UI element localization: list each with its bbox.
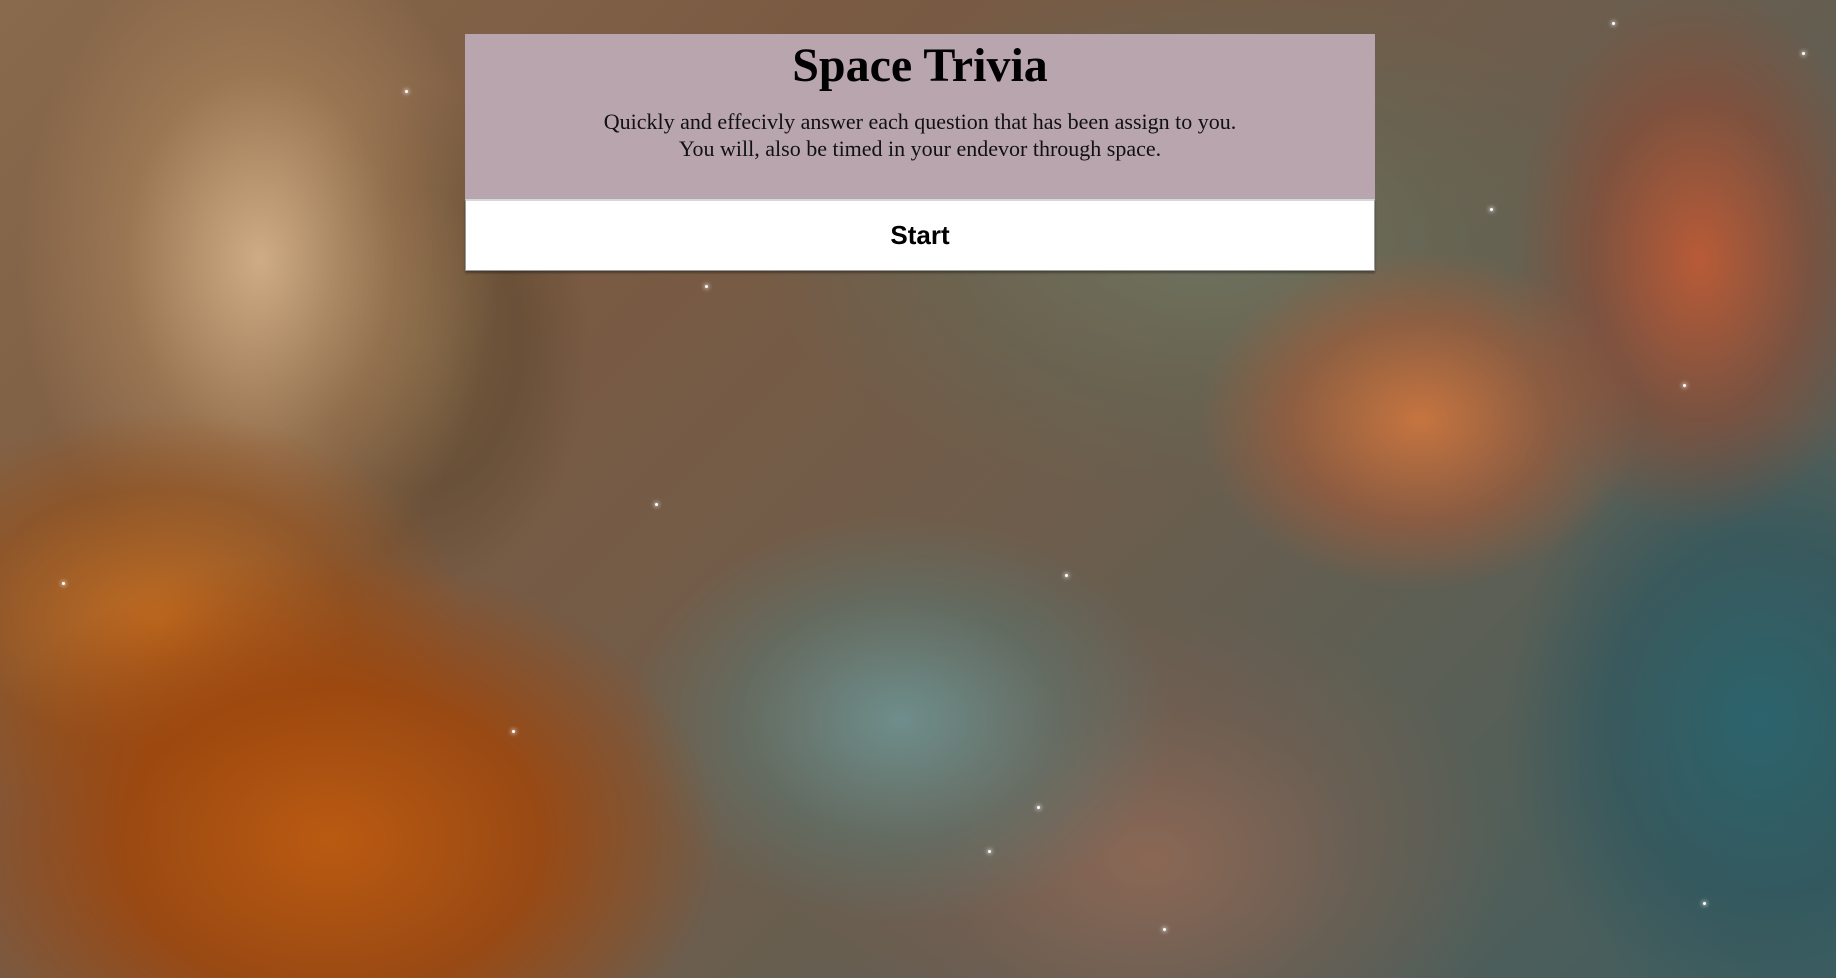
star [1683, 384, 1686, 387]
star [405, 90, 408, 93]
instructions-line-2: You will, also be timed in your endevor … [678, 136, 1162, 161]
star [1612, 22, 1615, 25]
intro-panel: Space Trivia Quickly and effecivly answe… [465, 34, 1375, 271]
star [655, 503, 658, 506]
star [1490, 208, 1493, 211]
star [1703, 902, 1706, 905]
star [988, 850, 991, 853]
star [1802, 52, 1805, 55]
instructions-line-1: Quickly and effecivly answer each questi… [603, 109, 1237, 134]
start-button[interactable]: Start [465, 199, 1375, 271]
intro-header: Space Trivia Quickly and effecivly answe… [465, 34, 1375, 199]
star [705, 285, 708, 288]
star [62, 582, 65, 585]
star [512, 730, 515, 733]
star [1037, 806, 1040, 809]
star [1065, 574, 1068, 577]
star [1163, 928, 1166, 931]
instructions-text: Quickly and effecivly answer each questi… [465, 108, 1375, 162]
page-title: Space Trivia [792, 39, 1048, 92]
